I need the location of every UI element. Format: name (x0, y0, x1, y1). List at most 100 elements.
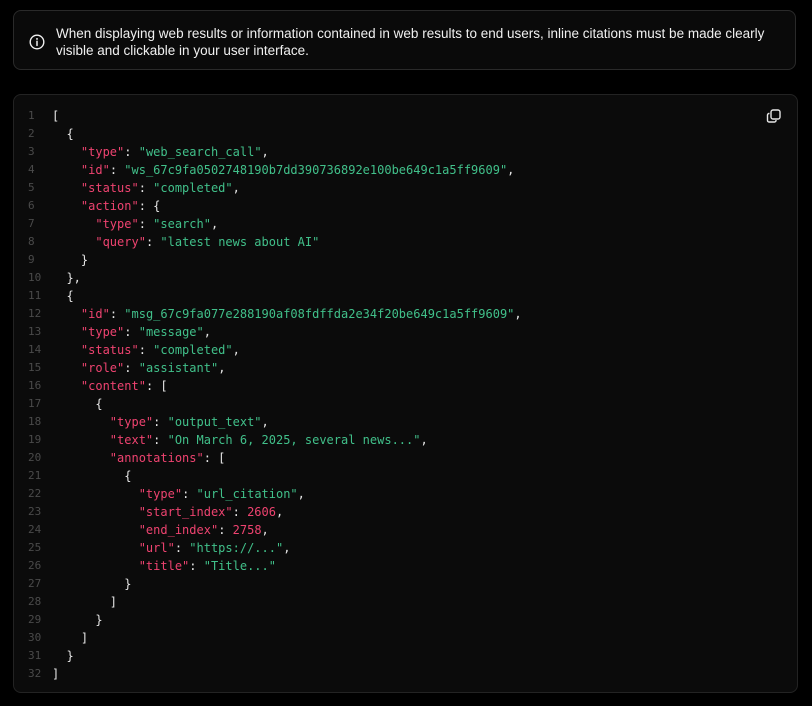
json-punctuation: : (124, 325, 139, 339)
line-number: 8 (28, 235, 35, 248)
json-string: "https://..." (189, 541, 284, 555)
line-number: 13 (28, 325, 42, 338)
json-punctuation: , (275, 505, 284, 519)
json-key: "end_index" (138, 523, 219, 537)
code-text: "text": "On March 6, 2025, several news.… (52, 431, 428, 449)
line-number: 1 (28, 109, 35, 122)
line-number: 3 (28, 145, 35, 158)
json-string: "completed" (153, 181, 233, 195)
line-number: 2 (28, 127, 35, 140)
json-punctuation (52, 523, 139, 537)
json-punctuation: { (52, 289, 74, 303)
line-number: 30 (28, 631, 42, 644)
code-text: "end_index": 2758, (52, 521, 269, 539)
line-number: 15 (28, 361, 42, 374)
line-number: 14 (28, 343, 42, 356)
copy-button[interactable] (765, 107, 783, 125)
json-punctuation: : (124, 361, 139, 375)
json-punctuation: : (109, 163, 125, 177)
json-punctuation: , (261, 145, 269, 159)
json-string: "web_search_call" (138, 145, 262, 159)
code-text: ] (52, 665, 59, 683)
json-punctuation: } (52, 613, 103, 627)
json-punctuation: , (218, 361, 226, 375)
line-number: 19 (28, 433, 42, 446)
json-punctuation (52, 163, 81, 177)
code-text: "action": { (52, 197, 160, 215)
json-punctuation: : [ (145, 379, 168, 393)
json-punctuation: ] (52, 595, 118, 609)
json-punctuation (52, 217, 95, 231)
json-key: "type" (138, 487, 183, 501)
json-punctuation (52, 559, 139, 573)
json-punctuation: { (52, 127, 74, 141)
code-text: { (52, 287, 74, 305)
json-punctuation (52, 451, 110, 465)
json-punctuation: : (138, 217, 154, 231)
code-text: "type": "url_citation", (52, 485, 305, 503)
json-punctuation: : [ (203, 451, 226, 465)
json-punctuation: } (52, 253, 89, 267)
code-text: { (52, 125, 74, 143)
json-punctuation: , (514, 307, 522, 321)
json-punctuation (52, 505, 139, 519)
json-key: "text" (109, 433, 154, 447)
code-text: { (52, 395, 103, 413)
json-punctuation: : (153, 433, 168, 447)
code-text: }, (52, 269, 80, 287)
line-number: 20 (28, 451, 42, 464)
json-key: "id" (80, 307, 110, 321)
json-punctuation (52, 199, 81, 213)
json-punctuation: { (52, 397, 103, 411)
code-text: "annotations": [ (52, 449, 226, 467)
json-number: 2758 (232, 523, 262, 537)
json-string: "assistant" (138, 361, 219, 375)
code-text: ] (52, 629, 88, 647)
json-punctuation: : { (138, 199, 161, 213)
json-number: 2606 (247, 505, 276, 519)
code-text: } (52, 251, 88, 269)
json-key: "role" (80, 361, 125, 375)
line-number: 27 (28, 577, 42, 590)
json-string: "search" (153, 217, 211, 231)
copy-icon (766, 109, 781, 123)
json-punctuation: , (203, 325, 211, 339)
json-key: "annotations" (109, 451, 204, 465)
line-number: 28 (28, 595, 42, 608)
line-number: 24 (28, 523, 42, 536)
line-number: 26 (28, 559, 42, 572)
json-string: "Title..." (203, 559, 276, 573)
line-number: 31 (28, 649, 42, 662)
code-text: "type": "message", (52, 323, 211, 341)
line-number: 22 (28, 487, 42, 500)
code-text: { (52, 467, 131, 485)
line-number: 7 (28, 217, 35, 230)
line-number: 23 (28, 505, 42, 518)
json-punctuation: : (138, 181, 154, 195)
json-string: "msg_67c9fa077e288190af08fdffda2e34f20be… (124, 307, 515, 321)
line-number: 18 (28, 415, 42, 428)
line-number: 5 (28, 181, 35, 194)
line-number: 32 (28, 667, 42, 680)
code-text: "title": "Title..." (52, 557, 276, 575)
json-key: "status" (80, 181, 139, 195)
json-punctuation (52, 487, 139, 501)
code-text: } (52, 611, 103, 629)
json-punctuation: , (232, 343, 240, 357)
web-results-notice: When displaying web results or informati… (13, 10, 796, 70)
line-number: 11 (28, 289, 42, 302)
json-punctuation: : (232, 505, 248, 519)
json-string: "On March 6, 2025, several news..." (167, 433, 421, 447)
json-key: "content" (80, 379, 146, 393)
json-punctuation: , (283, 541, 291, 555)
json-string: "latest news about AI" (160, 235, 320, 249)
json-string: "output_text" (167, 415, 262, 429)
json-key: "query" (95, 235, 146, 249)
json-key: "start_index" (138, 505, 233, 519)
json-punctuation: ] (52, 667, 60, 681)
line-number: 9 (28, 253, 35, 266)
code-text: "content": [ (52, 377, 168, 395)
json-punctuation: , (261, 523, 269, 537)
line-number: 10 (28, 271, 42, 284)
line-number: 6 (28, 199, 35, 212)
